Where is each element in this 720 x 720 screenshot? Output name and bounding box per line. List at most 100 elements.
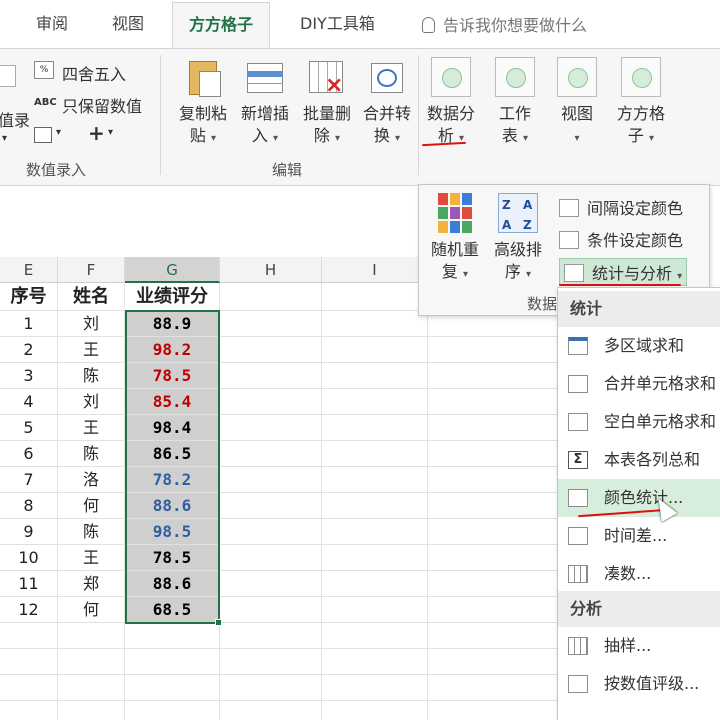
cell[interactable]: [428, 363, 558, 389]
cell-no[interactable]: 5: [0, 415, 58, 441]
cell[interactable]: [220, 649, 322, 675]
cell-score[interactable]: 88.9: [125, 311, 220, 337]
copy-paste-button[interactable]: 复制粘 贴 ▾: [172, 57, 234, 150]
edit-icon[interactable]: [34, 127, 52, 143]
cell-no[interactable]: 3: [0, 363, 58, 389]
cell[interactable]: [428, 415, 558, 441]
cell[interactable]: [220, 701, 322, 720]
cell[interactable]: [322, 675, 428, 701]
cell-no[interactable]: 8: [0, 493, 58, 519]
cell-score[interactable]: 88.6: [125, 571, 220, 597]
cell-score[interactable]: 85.4: [125, 389, 220, 415]
column-header-i[interactable]: I: [322, 257, 428, 283]
cell[interactable]: [322, 623, 428, 649]
cell[interactable]: [322, 597, 428, 623]
cell[interactable]: [58, 623, 125, 649]
tell-me-search[interactable]: 告诉我你想要做什么: [422, 12, 587, 36]
cell[interactable]: [220, 389, 322, 415]
menu-item-blank-cell-sum[interactable]: 空白单元格求和: [558, 403, 720, 441]
cell[interactable]: [428, 701, 558, 720]
merge-convert-button[interactable]: 合并转 换 ▾: [356, 57, 418, 150]
cell-no[interactable]: 1: [0, 311, 58, 337]
menu-item-time-diff[interactable]: 时间差...: [558, 517, 720, 555]
view-button[interactable]: 视图 ▾: [548, 57, 606, 150]
cell-name[interactable]: 王: [58, 545, 125, 571]
random-repeat-button[interactable]: 随机重 复 ▾: [425, 193, 485, 286]
cell[interactable]: [220, 571, 322, 597]
cell[interactable]: [322, 441, 428, 467]
column-header-f[interactable]: F: [58, 257, 125, 283]
plus-button[interactable]: +: [88, 121, 105, 145]
cell-no[interactable]: 9: [0, 519, 58, 545]
header-cell-score[interactable]: 业绩评分: [125, 283, 220, 311]
cell[interactable]: [322, 649, 428, 675]
cell-no[interactable]: 12: [0, 597, 58, 623]
cell[interactable]: [322, 545, 428, 571]
cell[interactable]: [220, 623, 322, 649]
cell[interactable]: [428, 441, 558, 467]
cell-name[interactable]: 王: [58, 415, 125, 441]
cell-no[interactable]: 6: [0, 441, 58, 467]
cell-score[interactable]: 86.5: [125, 441, 220, 467]
cell-name[interactable]: 王: [58, 337, 125, 363]
cell[interactable]: [322, 493, 428, 519]
cell[interactable]: [220, 441, 322, 467]
tab-view[interactable]: 视图: [112, 10, 144, 34]
cell[interactable]: [428, 467, 558, 493]
cell[interactable]: [428, 545, 558, 571]
advanced-sort-button[interactable]: Z A A Z 高级排 序 ▾: [487, 193, 549, 286]
insert-button[interactable]: 新增插 入 ▾: [234, 57, 296, 150]
keep-value-button[interactable]: 只保留数值: [62, 93, 142, 117]
condition-color-button[interactable]: 条件设定颜色: [559, 227, 683, 251]
cell[interactable]: [0, 701, 58, 720]
cell[interactable]: [428, 597, 558, 623]
cell[interactable]: [428, 675, 558, 701]
cell-score[interactable]: 98.4: [125, 415, 220, 441]
round-button[interactable]: 四舍五入: [62, 61, 126, 85]
cell[interactable]: [428, 493, 558, 519]
cell[interactable]: [220, 519, 322, 545]
cell[interactable]: [125, 649, 220, 675]
cell[interactable]: [220, 283, 322, 311]
cell[interactable]: [125, 623, 220, 649]
cell[interactable]: [322, 701, 428, 720]
cell[interactable]: [58, 649, 125, 675]
tab-fangfang[interactable]: 方方格子: [172, 2, 271, 49]
cell-name[interactable]: 刘: [58, 389, 125, 415]
cell-no[interactable]: 4: [0, 389, 58, 415]
cell[interactable]: [322, 571, 428, 597]
cell[interactable]: [428, 337, 558, 363]
column-header-h[interactable]: H: [220, 257, 322, 283]
cell-score[interactable]: 78.5: [125, 545, 220, 571]
cell-name[interactable]: 刘: [58, 311, 125, 337]
tab-review[interactable]: 审阅: [36, 10, 68, 34]
column-header-e[interactable]: E: [0, 257, 58, 283]
cell[interactable]: [220, 467, 322, 493]
header-cell-name[interactable]: 姓名: [58, 283, 125, 311]
cell-score[interactable]: 68.5: [125, 597, 220, 623]
menu-item-multi-area-sum[interactable]: 多区域求和: [558, 327, 720, 365]
cell[interactable]: [220, 675, 322, 701]
cell[interactable]: [0, 649, 58, 675]
cell[interactable]: [322, 337, 428, 363]
batch-delete-button[interactable]: × 批量删 除 ▾: [296, 57, 358, 150]
tab-diy-toolbox[interactable]: DIY工具箱: [300, 10, 375, 34]
cell-name[interactable]: 洛: [58, 467, 125, 493]
worksheet-button[interactable]: 工作 表 ▾: [486, 57, 544, 150]
cell[interactable]: [58, 675, 125, 701]
cell-score[interactable]: 78.5: [125, 363, 220, 389]
cell-score[interactable]: 78.2: [125, 467, 220, 493]
menu-item-value-rating[interactable]: 按数值评级...: [558, 665, 720, 703]
cell[interactable]: [428, 649, 558, 675]
cell[interactable]: [58, 701, 125, 720]
cell[interactable]: [322, 311, 428, 337]
cell[interactable]: [322, 389, 428, 415]
cell[interactable]: [220, 597, 322, 623]
cell-name[interactable]: 陈: [58, 363, 125, 389]
cell-score[interactable]: 88.6: [125, 493, 220, 519]
cell[interactable]: [220, 337, 322, 363]
value-entry-partial-label[interactable]: 值录: [0, 107, 30, 131]
header-cell-no[interactable]: 序号: [0, 283, 58, 311]
cell[interactable]: [428, 623, 558, 649]
cell[interactable]: [322, 283, 428, 311]
